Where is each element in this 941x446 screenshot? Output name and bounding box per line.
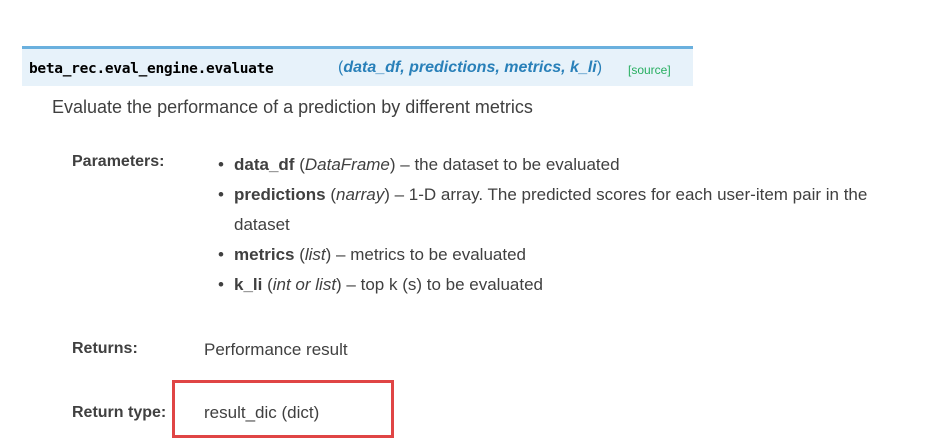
param-desc: metrics to be evaluated [350, 245, 526, 264]
param-type: narray [336, 185, 385, 204]
function-name: beta_rec.eval_engine.evaluate [29, 61, 274, 77]
function-params: (data_df, predictions, metrics, k_li) [338, 59, 602, 77]
param-name: k_li [234, 275, 263, 294]
returns-value: Performance result [204, 340, 348, 359]
param-name: data_df [234, 155, 295, 174]
parameters-label: Parameters: [72, 153, 165, 170]
param-type: DataFrame [304, 155, 390, 174]
parameters-list: • data_df (DataFrame) – the dataset to b… [218, 150, 868, 300]
bullet-icon: • [218, 275, 224, 294]
param-desc: 1-D array. The predicted scores for each… [234, 185, 868, 234]
function-description: Evaluate the performance of a prediction… [52, 97, 533, 117]
param-type: list [304, 245, 326, 264]
list-item: • data_df (DataFrame) – the dataset to b… [218, 150, 868, 180]
param-name: predictions [234, 185, 326, 204]
params-list: data_df, predictions, metrics, k_li [343, 59, 597, 76]
param-desc: the dataset to be evaluated [414, 155, 620, 174]
return-type-label: Return type: [72, 404, 167, 421]
source-link[interactable]: [source] [628, 63, 671, 77]
list-item: • k_li (int or list) – top k (s) to be e… [218, 270, 868, 300]
param-name: metrics [234, 245, 295, 264]
bullet-icon: • [218, 245, 224, 264]
highlight-box [172, 380, 394, 438]
list-item: • metrics (list) – metrics to be evaluat… [218, 240, 868, 270]
bullet-icon: • [218, 185, 224, 204]
list-item: • predictions (narray) – 1-D array. The … [218, 180, 868, 240]
close-paren: ) [596, 59, 603, 76]
param-desc: top k (s) to be evaluated [360, 275, 543, 294]
bullet-icon: • [218, 155, 224, 174]
returns-label: Returns: [72, 340, 138, 357]
param-type: int or list [272, 275, 337, 294]
function-signature: beta_rec.eval_engine.evaluate (data_df, … [22, 46, 693, 86]
